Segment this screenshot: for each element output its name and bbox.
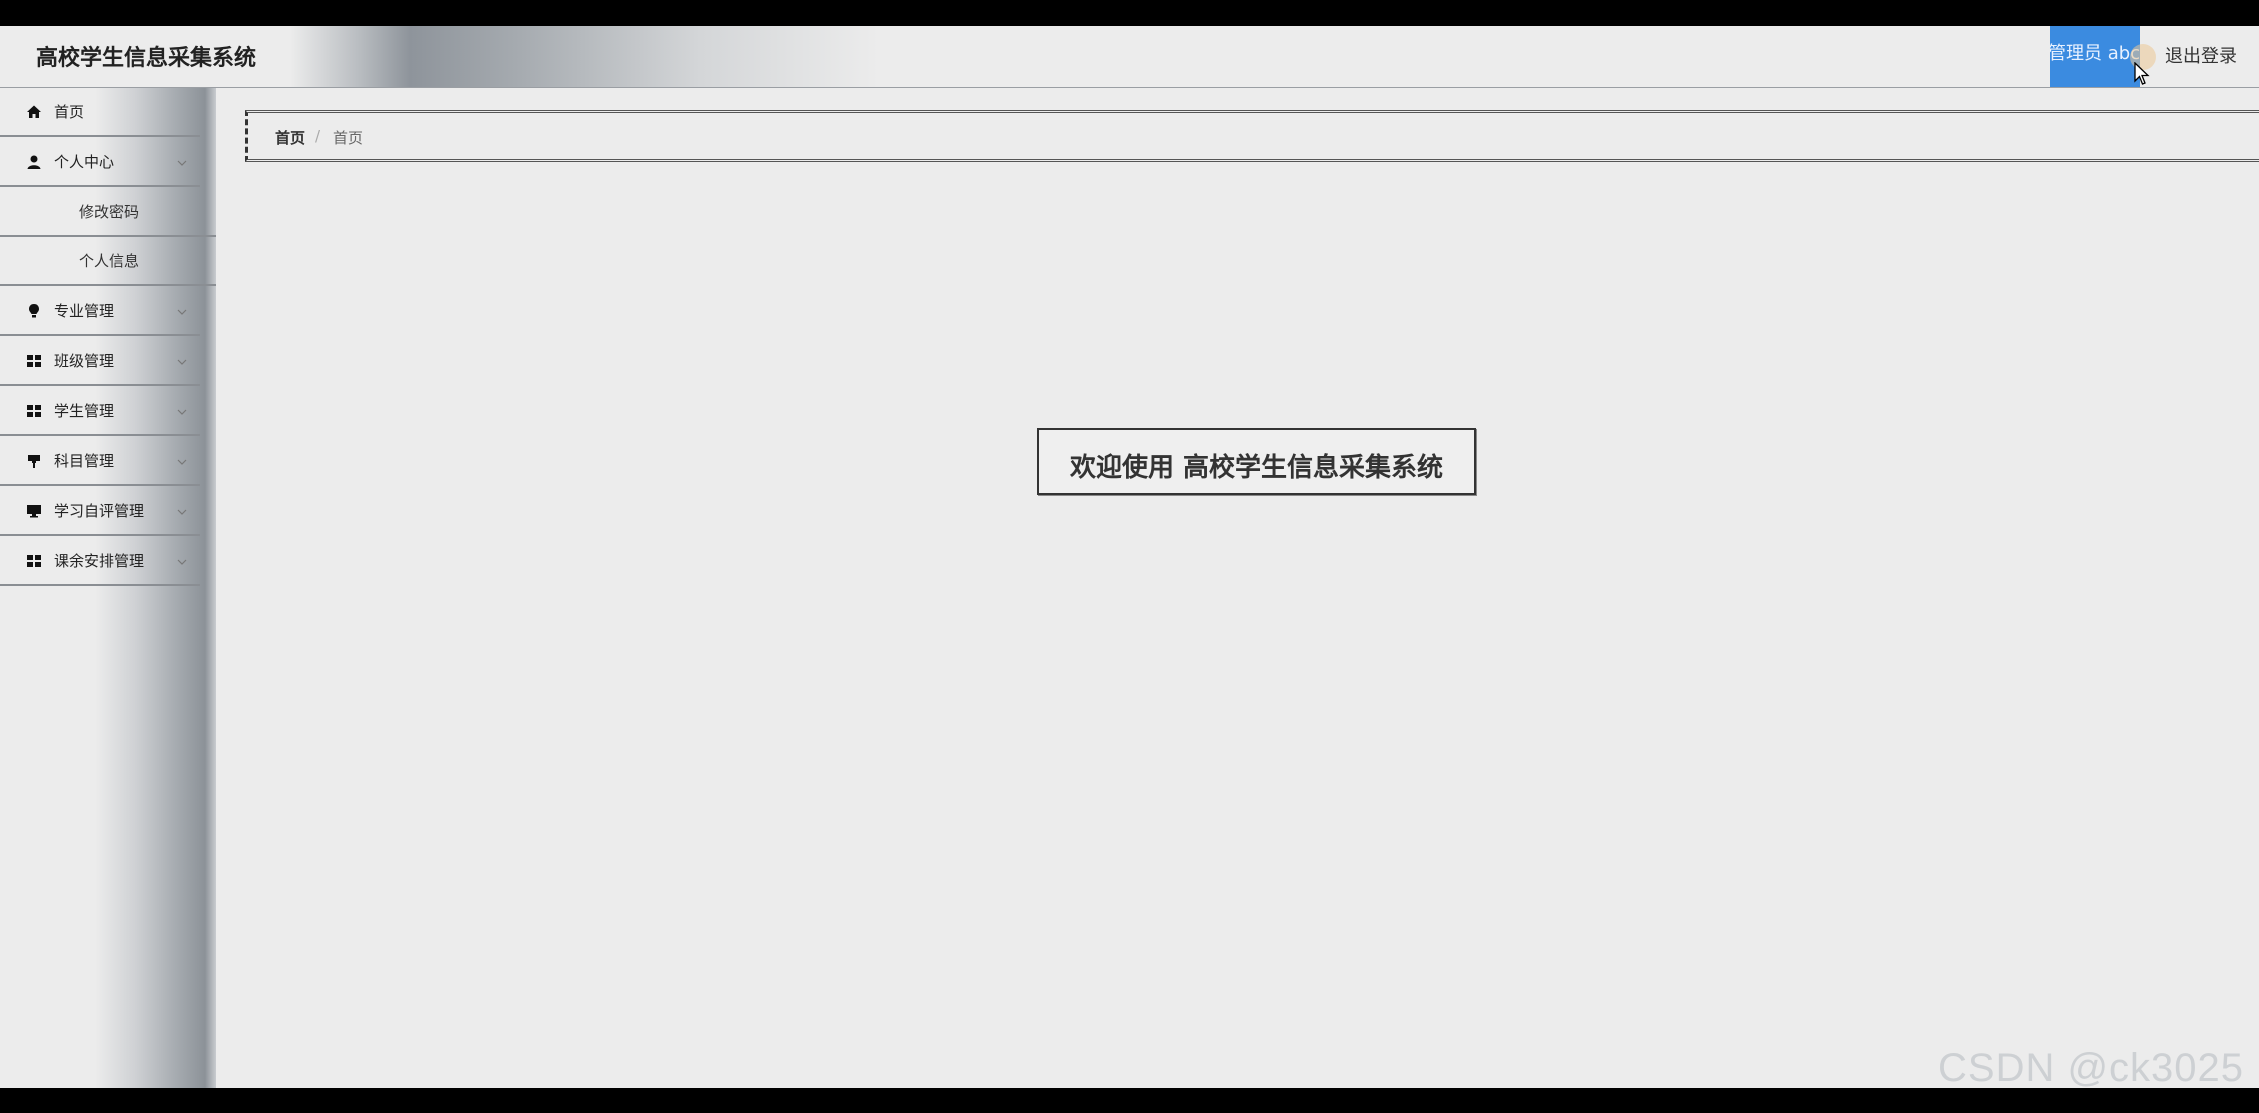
app-window: 高校学生信息采集系统 管理员 abc 退出登录 首页 个人中心 修改密码 个人信… [0,26,2259,1088]
chevron-down-icon [176,404,188,416]
sidebar: 首页 个人中心 修改密码 个人信息 专业管理 班级管理 学生管理 科目管理 学习… [0,88,216,1088]
grid-icon [26,353,42,369]
sidebar-item-extracurricular-management[interactable]: 课余安排管理 [0,537,200,586]
screen: 高校学生信息采集系统 管理员 abc 退出登录 首页 个人中心 修改密码 个人信… [0,0,2259,1113]
breadcrumb-current: 首页 [333,129,364,147]
sidebar-item-class-management[interactable]: 班级管理 [0,337,200,386]
top-header: 高校学生信息采集系统 管理员 abc 退出登录 [0,26,2259,88]
chevron-down-icon [176,554,188,566]
chevron-down-icon [176,354,188,366]
sidebar-item-subject-management[interactable]: 科目管理 [0,437,200,486]
breadcrumb-home-link[interactable]: 首页 [275,127,305,148]
sidebar-item-personal-center[interactable]: 个人中心 [0,138,200,187]
sidebar-item-label: 班级管理 [54,352,115,370]
sidebar-item-self-evaluation-management[interactable]: 学习自评管理 [0,487,200,536]
grid-icon [26,553,42,569]
chevron-down-icon [176,155,188,167]
welcome-text: 欢迎使用 高校学生信息采集系统 [1069,453,1444,483]
user-label: 管理员 abc [2050,43,2140,64]
app-title: 高校学生信息采集系统 [36,46,257,71]
sidebar-item-major-management[interactable]: 专业管理 [0,287,200,336]
sidebar-item-label: 专业管理 [54,302,115,320]
sidebar-item-home[interactable]: 首页 [0,88,200,137]
breadcrumb: 首页 / 首页 [245,110,2259,162]
sidebar-item-label: 学习自评管理 [54,502,145,520]
sidebar-item-label: 首页 [54,103,85,121]
breadcrumb-separator: / [315,127,321,145]
sidebar-subitem-personal-info[interactable]: 个人信息 [0,237,216,286]
user-icon [26,154,42,170]
sidebar-item-student-management[interactable]: 学生管理 [0,387,200,436]
home-icon [26,104,42,120]
sidebar-item-label: 科目管理 [54,452,115,470]
chevron-down-icon [176,304,188,316]
watermark: CSDN @ck3025 [1938,1046,2245,1088]
chevron-down-icon [176,504,188,516]
sidebar-item-label: 课余安排管理 [54,552,145,570]
sidebar-item-label: 学生管理 [54,402,115,420]
sidebar-subitem-label: 修改密码 [79,203,140,221]
bulb-icon [26,303,42,319]
grid-icon [26,403,42,419]
logout-button[interactable]: 退出登录 [2165,42,2237,68]
sidebar-item-label: 个人中心 [54,153,115,171]
sidebar-subitem-change-password[interactable]: 修改密码 [0,188,216,237]
user-menu-button[interactable]: 管理员 abc [2050,26,2140,87]
flag-icon [26,453,42,469]
sidebar-subitem-label: 个人信息 [79,252,140,270]
welcome-panel: 欢迎使用 高校学生信息采集系统 [1037,428,1476,495]
chevron-down-icon [176,454,188,466]
monitor-icon [26,503,42,519]
